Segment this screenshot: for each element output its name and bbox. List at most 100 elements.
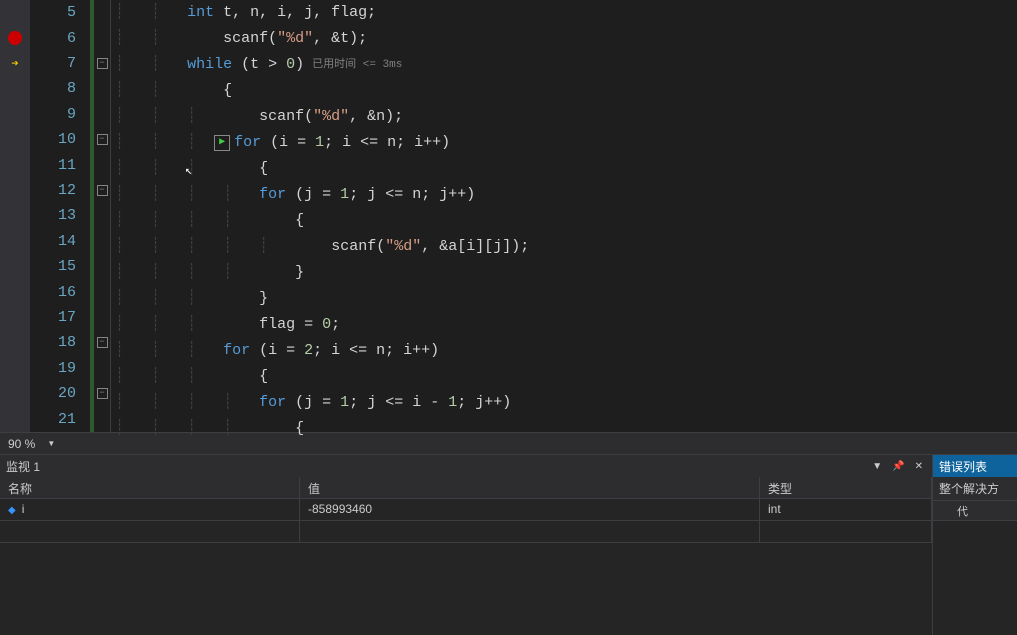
run-to-click-icon[interactable]: ▶ — [214, 135, 230, 151]
code-text-area[interactable]: ┊ ┊ int t, n, i, j, flag; ┊ ┊ scanf("%d"… — [110, 0, 1017, 432]
line-number: 8 — [30, 76, 76, 101]
line-number: 11 — [30, 152, 76, 177]
line-number: 17 — [30, 305, 76, 330]
pin-icon[interactable]: 📌 — [889, 461, 907, 472]
watch-col-name-header[interactable]: 名称 — [0, 477, 300, 498]
bottom-panels: 监视 1 ▼ 📌 ✕ 名称 值 类型 ◆i -858993460 int 错误列… — [0, 454, 1017, 635]
fold-row[interactable] — [94, 0, 110, 25]
fold-row[interactable]: − — [94, 330, 110, 355]
margin-line-15[interactable] — [0, 254, 30, 279]
code-line: ┊ ┊ ┊ { — [111, 364, 1017, 390]
glyph-margin[interactable]: ➔ — [0, 0, 30, 432]
code-line: ┊ ┊ ┊ ▶for (i = 1; i <= n; i++) — [111, 130, 1017, 156]
fold-row[interactable]: − — [94, 127, 110, 152]
code-line: ┊ ┊ ┊ ┊ { — [111, 208, 1017, 234]
fold-row[interactable] — [94, 76, 110, 101]
perf-tip: 已用时间 <= 3ms — [312, 52, 402, 78]
code-line: ┊ ┊ ┊ { — [111, 156, 1017, 182]
line-number: 21 — [30, 407, 76, 432]
line-number: 9 — [30, 102, 76, 127]
watch-var-value: -858993460 — [300, 499, 760, 520]
watch-empty-row[interactable] — [0, 521, 932, 543]
code-editor[interactable]: ➔ 5 6 7 8 9 10 11 12 13 14 15 16 17 18 1… — [0, 0, 1017, 432]
code-line: ┊ ┊ scanf("%d", &t); — [111, 26, 1017, 52]
fold-collapse-icon[interactable]: − — [97, 388, 108, 399]
line-number: 20 — [30, 381, 76, 406]
line-number: 7 — [30, 51, 76, 76]
margin-line-21[interactable] — [0, 407, 30, 432]
code-line: ┊ ┊ ┊ ┊ { — [111, 416, 1017, 442]
fold-row[interactable] — [94, 102, 110, 127]
fold-row[interactable] — [94, 407, 110, 432]
line-number: 15 — [30, 254, 76, 279]
line-number: 12 — [30, 178, 76, 203]
code-line: ┊ ┊ { — [111, 78, 1017, 104]
margin-line-14[interactable] — [0, 229, 30, 254]
code-line: ┊ ┊ ┊ ┊ for (j = 1; j <= n; j++) — [111, 182, 1017, 208]
code-line: ┊ ┊ ┊ ┊ } — [111, 260, 1017, 286]
code-line: ┊ ┊ ┊ } — [111, 286, 1017, 312]
code-line: ┊ ┊ ┊ flag = 0; — [111, 312, 1017, 338]
line-number-gutter: 5 6 7 8 9 10 11 12 13 14 15 16 17 18 19 … — [30, 0, 90, 432]
margin-line-12[interactable] — [0, 178, 30, 203]
fold-collapse-icon[interactable]: − — [97, 185, 108, 196]
line-number: 14 — [30, 229, 76, 254]
margin-line-13[interactable] — [0, 203, 30, 228]
execution-pointer-icon: ➔ — [11, 56, 18, 71]
margin-line-11[interactable] — [0, 152, 30, 177]
zoom-dropdown[interactable]: 90 % ▼ — [8, 437, 55, 451]
margin-line-5[interactable] — [0, 0, 30, 25]
watch-panel-title-bar[interactable]: 监视 1 ▼ 📌 ✕ — [0, 455, 932, 477]
fold-row[interactable]: − — [94, 178, 110, 203]
fold-row[interactable]: − — [94, 51, 110, 76]
margin-line-7[interactable]: ➔ — [0, 51, 30, 76]
margin-line-6[interactable] — [0, 25, 30, 50]
fold-row[interactable] — [94, 152, 110, 177]
line-number: 13 — [30, 203, 76, 228]
margin-line-17[interactable] — [0, 305, 30, 330]
error-panel-toolbar[interactable]: 整个解决方 — [933, 477, 1017, 501]
variable-icon: ◆ — [8, 505, 16, 516]
line-number: 6 — [30, 25, 76, 50]
line-number: 5 — [30, 0, 76, 25]
error-panel-title[interactable]: 错误列表 — [933, 455, 1017, 477]
margin-line-16[interactable] — [0, 279, 30, 304]
line-number: 10 — [30, 127, 76, 152]
error-panel-header: 代 — [933, 501, 1017, 521]
error-list-panel[interactable]: 错误列表 整个解决方 代 — [932, 454, 1017, 635]
close-icon[interactable]: ✕ — [912, 461, 926, 472]
error-col-code[interactable]: 代 — [957, 503, 968, 519]
fold-row[interactable] — [94, 356, 110, 381]
watch-row[interactable]: ◆i -858993460 int — [0, 499, 932, 521]
margin-line-10[interactable] — [0, 127, 30, 152]
fold-collapse-icon[interactable]: − — [97, 134, 108, 145]
watch-col-value-header[interactable]: 值 — [300, 477, 760, 498]
margin-line-20[interactable] — [0, 381, 30, 406]
fold-collapse-icon[interactable]: − — [97, 58, 108, 69]
fold-row[interactable] — [94, 203, 110, 228]
zoom-value: 90 % — [8, 437, 35, 451]
code-line: ┊ ┊ int t, n, i, j, flag; — [111, 0, 1017, 26]
line-number: 18 — [30, 330, 76, 355]
fold-row[interactable]: − — [94, 381, 110, 406]
margin-line-8[interactable] — [0, 76, 30, 101]
code-line: ┊ ┊ ┊ for (i = 2; i <= n; i++) — [111, 338, 1017, 364]
watch-var-name: i — [22, 502, 25, 516]
fold-row[interactable] — [94, 25, 110, 50]
fold-row[interactable] — [94, 279, 110, 304]
margin-line-18[interactable] — [0, 330, 30, 355]
watch-panel[interactable]: 监视 1 ▼ 📌 ✕ 名称 值 类型 ◆i -858993460 int — [0, 454, 932, 635]
fold-collapse-icon[interactable]: − — [97, 337, 108, 348]
fold-gutter[interactable]: − − − − − — [90, 0, 110, 432]
line-number: 16 — [30, 279, 76, 304]
window-position-icon[interactable]: ▼ — [869, 461, 885, 472]
code-line: ┊ ┊ ┊ ┊ for (j = 1; j <= i - 1; j++) — [111, 390, 1017, 416]
fold-row[interactable] — [94, 305, 110, 330]
margin-line-19[interactable] — [0, 356, 30, 381]
fold-row[interactable] — [94, 254, 110, 279]
fold-row[interactable] — [94, 229, 110, 254]
watch-col-type-header[interactable]: 类型 — [760, 477, 932, 498]
chevron-down-icon: ▼ — [47, 439, 55, 448]
breakpoint-icon[interactable] — [8, 31, 22, 45]
margin-line-9[interactable] — [0, 102, 30, 127]
